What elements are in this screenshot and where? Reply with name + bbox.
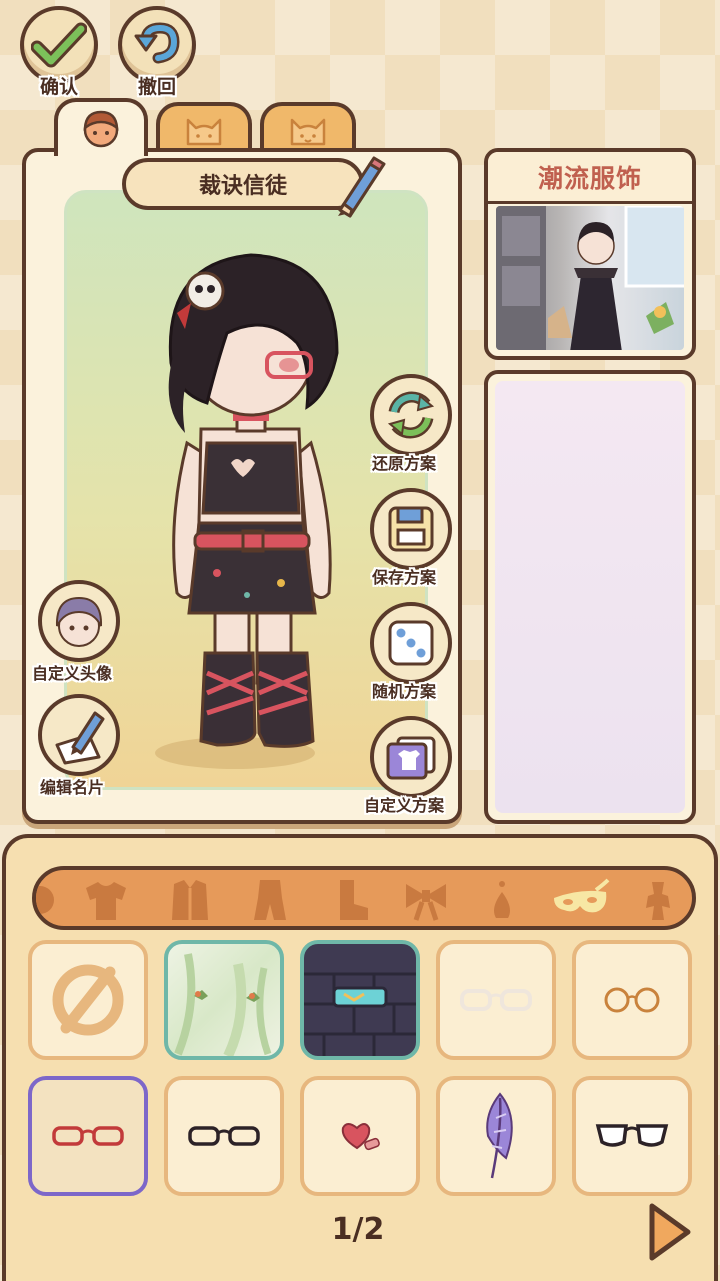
item-round-glasses[interactable] xyxy=(572,940,692,1060)
character-panel: 裁诀信徒 自定义头像 编辑名片 还原方案 保存方案 随机方案 自定义方案 xyxy=(22,148,462,824)
category-bow-icon[interactable] xyxy=(402,878,450,922)
character-figure[interactable] xyxy=(67,193,431,793)
restore-outfit-button[interactable] xyxy=(370,374,452,456)
item-background-green-leaves[interactable] xyxy=(164,940,284,1060)
edit-card-label: 编辑名片 xyxy=(40,778,105,797)
undo-icon xyxy=(134,22,180,64)
next-page-arrow-icon[interactable] xyxy=(644,1200,694,1264)
restore-icon xyxy=(387,391,435,439)
black-white-glasses-icon xyxy=(595,1124,669,1147)
item-black-white-glasses[interactable] xyxy=(572,1076,692,1196)
page-indicator: 1/2 xyxy=(331,1212,385,1247)
tab-character[interactable] xyxy=(54,98,148,156)
undo-label: 撤回 xyxy=(138,76,177,98)
item-background-dark-brick[interactable] xyxy=(300,940,420,1060)
item-heart-sticker[interactable] xyxy=(300,1076,420,1196)
item-feather-butterfly[interactable] xyxy=(436,1076,556,1196)
random-outfit-label: 随机方案 xyxy=(372,682,437,701)
save-outfit-label: 保存方案 xyxy=(372,568,437,587)
category-bar[interactable] xyxy=(32,866,696,930)
style-card-title: 潮流服饰 xyxy=(488,152,692,204)
style-card[interactable]: 潮流服饰 xyxy=(484,148,696,360)
cat-outline-icon xyxy=(186,118,222,146)
category-sock-icon[interactable] xyxy=(326,878,374,922)
category-accessory-icon[interactable] xyxy=(634,878,682,922)
black-glasses-icon xyxy=(188,1126,260,1146)
category-earring-icon[interactable] xyxy=(478,878,526,922)
custom-avatar-label: 自定义头像 xyxy=(32,664,113,683)
avatar-icon xyxy=(55,596,103,647)
tab-cat-2[interactable] xyxy=(260,102,356,154)
edit-card-icon xyxy=(55,711,105,765)
white-glasses-icon xyxy=(460,989,532,1011)
feather-icon xyxy=(486,1092,513,1179)
tab-cat-1[interactable] xyxy=(156,102,252,154)
custom-outfit-label: 自定义方案 xyxy=(364,796,445,815)
confirm-label: 确认 xyxy=(40,76,79,98)
heart-sticker-icon xyxy=(341,1123,380,1151)
check-icon xyxy=(31,22,87,68)
prohibited-icon xyxy=(52,964,124,1036)
category-partial-icon[interactable] xyxy=(36,878,64,922)
dice-icon xyxy=(388,620,434,666)
edit-card-button[interactable] xyxy=(38,694,120,776)
item-black-glasses[interactable] xyxy=(164,1076,284,1196)
cat-face-icon xyxy=(290,118,326,146)
outfit-description-panel xyxy=(484,370,696,824)
pencil-icon[interactable] xyxy=(330,154,388,218)
category-coat-icon[interactable] xyxy=(166,878,214,922)
random-outfit-button[interactable] xyxy=(370,602,452,684)
round-glasses-icon xyxy=(604,987,660,1013)
category-mask-icon[interactable] xyxy=(550,878,612,922)
item-red-glasses[interactable] xyxy=(28,1076,148,1196)
style-card-image xyxy=(496,206,684,350)
custom-outfit-button[interactable] xyxy=(370,716,452,798)
category-top-icon[interactable] xyxy=(82,878,130,922)
item-white-glasses[interactable] xyxy=(436,940,556,1060)
custom-avatar-button[interactable] xyxy=(38,580,120,662)
item-none[interactable] xyxy=(28,940,148,1060)
save-icon xyxy=(388,506,434,552)
restore-outfit-label: 还原方案 xyxy=(372,454,437,473)
description-area xyxy=(495,381,685,813)
character-name: 裁诀信徒 xyxy=(198,174,287,199)
girl-face-icon xyxy=(83,110,119,148)
save-outfit-button[interactable] xyxy=(370,488,452,570)
character-name-plate[interactable]: 裁诀信徒 xyxy=(122,158,364,210)
category-outfit-icon[interactable] xyxy=(246,878,294,922)
red-glasses-icon xyxy=(52,1126,124,1146)
custom-outfit-icon xyxy=(386,736,436,780)
